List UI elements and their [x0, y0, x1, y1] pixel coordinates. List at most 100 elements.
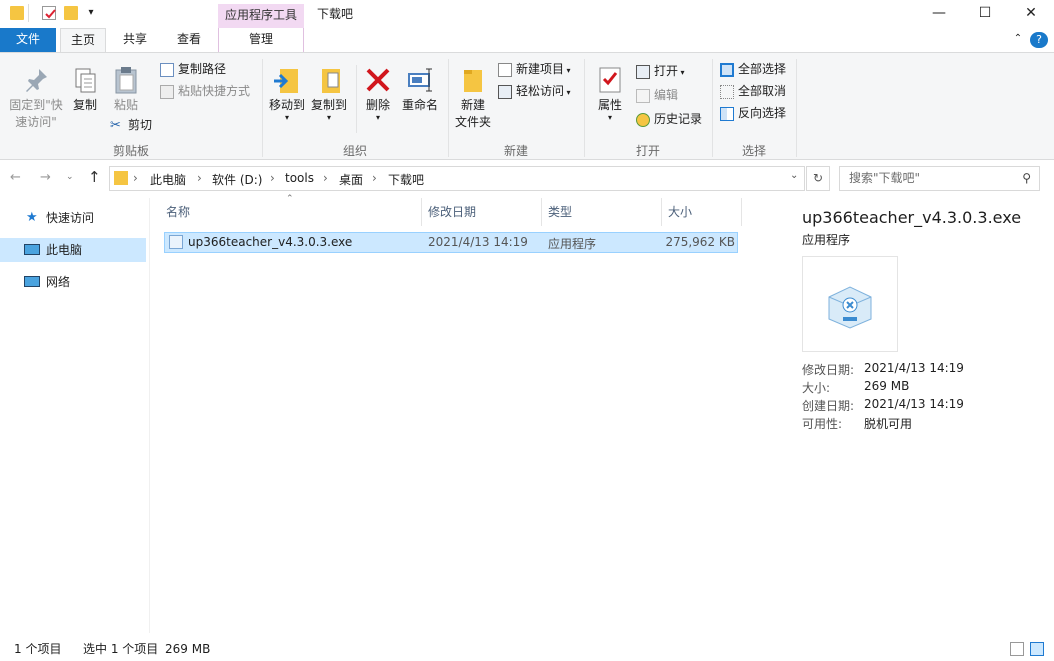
tab-share[interactable]: 共享	[112, 28, 158, 52]
file-type: 应用程序	[548, 237, 597, 251]
edit-icon	[636, 88, 650, 103]
collapse-ribbon-icon[interactable]: ⌃	[1010, 28, 1026, 52]
select-all-button[interactable]: 全部选择	[720, 59, 786, 79]
tab-home[interactable]: 主页	[60, 28, 106, 53]
invert-selection-button[interactable]: 反向选择	[720, 103, 786, 123]
maximize-button[interactable]: ☐	[962, 0, 1008, 28]
prop-value: 脱机可用	[864, 417, 913, 431]
prop-label: 可用性:	[802, 417, 843, 431]
organize-group-label: 组织	[342, 144, 367, 158]
address-bar[interactable]: › 此电脑 › 软件 (D:) › tools › 桌面 › 下载吧 ⌄	[109, 166, 805, 191]
navigation-pane: ★ 快速访问 此电脑 网络	[0, 198, 150, 633]
copy-path-button[interactable]: 复制路径	[160, 59, 226, 79]
cut-button[interactable]: ✂ 剪切	[110, 115, 152, 135]
breadcrumb-separator[interactable]: ›	[372, 171, 377, 185]
breadcrumb-separator[interactable]: ›	[133, 171, 138, 185]
breadcrumb-separator[interactable]: ›	[270, 171, 275, 185]
file-size: 275,962 KB	[665, 235, 735, 249]
pin-quick-access-button[interactable]: 固定到"快 速访问"	[6, 65, 66, 131]
nav-label: 此电脑	[46, 243, 83, 257]
search-placeholder: 搜索"下载吧"	[849, 171, 921, 185]
column-size[interactable]: 大小	[662, 198, 742, 226]
move-to-button[interactable]: 移动到 ▾	[266, 65, 308, 122]
tab-view[interactable]: 查看	[166, 28, 212, 52]
breadcrumb-tools[interactable]: tools	[285, 171, 314, 185]
prop-label: 修改日期:	[802, 363, 855, 377]
new-folder-label-2: 文件夹	[454, 115, 491, 129]
new-item-button[interactable]: 新建项目 ▾	[498, 59, 571, 79]
forward-button[interactable]: →	[40, 170, 51, 185]
easy-access-label: 轻松访问	[516, 84, 565, 98]
select-all-label: 全部选择	[738, 62, 787, 76]
item-count: 1 个项目	[14, 642, 62, 656]
folder-icon	[10, 6, 24, 20]
new-folder-qat-icon[interactable]	[64, 6, 78, 20]
nav-item-quick-access[interactable]: ★ 快速访问	[0, 206, 146, 230]
selected-count: 选中 1 个项目	[83, 642, 159, 656]
address-dropdown-icon[interactable]: ⌄	[790, 170, 798, 181]
properties-qat-icon[interactable]	[42, 6, 56, 20]
refresh-button[interactable]: ↻	[806, 166, 830, 191]
nav-label: 快速访问	[46, 211, 95, 225]
breadcrumb-separator[interactable]: ›	[197, 171, 202, 185]
breadcrumb-current[interactable]: 下载吧	[388, 171, 424, 188]
details-file-type: 应用程序	[802, 233, 851, 247]
computer-icon	[24, 244, 40, 255]
clipboard-group-label: 剪贴板	[112, 144, 149, 158]
open-button[interactable]: 打开 ▾	[636, 61, 685, 81]
history-button[interactable]: 历史记录	[636, 109, 702, 129]
context-tab-group: 应用程序工具	[218, 4, 304, 28]
rename-label: 重命名	[401, 98, 438, 112]
prop-label: 大小:	[802, 381, 831, 395]
scissors-icon: ✂	[110, 117, 121, 133]
tab-file[interactable]: 文件	[0, 28, 56, 52]
easy-access-button[interactable]: 轻松访问 ▾	[498, 81, 571, 101]
up-button[interactable]: ↑	[88, 168, 101, 186]
qat-dropdown-icon[interactable]: ▾	[84, 6, 98, 20]
star-icon: ★	[26, 210, 38, 225]
copy-path-icon	[160, 62, 174, 77]
help-icon[interactable]: ?	[1030, 32, 1048, 48]
select-group-label: 选择	[741, 144, 766, 158]
file-name: up366teacher_v4.3.0.3.exe	[188, 235, 353, 249]
rename-button[interactable]: 重命名	[398, 65, 442, 114]
file-row[interactable]: up366teacher_v4.3.0.3.exe 2021/4/13 14:1…	[164, 232, 738, 253]
properties-button[interactable]: 属性 ▾	[592, 65, 628, 122]
column-type[interactable]: 类型	[542, 198, 662, 226]
ribbon: 固定到"快 速访问" 复制 粘贴 复制路径 粘贴快捷方式 ✂ 剪切 剪贴板 移动到…	[0, 52, 1054, 160]
paste-shortcut-label: 粘贴快捷方式	[178, 84, 251, 98]
network-icon	[24, 276, 40, 287]
breadcrumb-separator[interactable]: ›	[323, 171, 328, 185]
select-none-button[interactable]: 全部取消	[720, 81, 786, 101]
delete-button[interactable]: 删除 ▾	[362, 65, 394, 122]
exe-icon	[169, 235, 183, 249]
paste-button[interactable]: 粘贴	[108, 65, 144, 114]
paste-shortcut-button[interactable]: 粘贴快捷方式	[160, 81, 250, 101]
edit-button[interactable]: 编辑	[636, 85, 678, 105]
nav-item-this-pc[interactable]: 此电脑	[0, 238, 146, 262]
pin-label: 固定到"快	[9, 98, 63, 112]
close-button[interactable]: ✕	[1008, 0, 1054, 28]
prop-value: 2021/4/13 14:19	[864, 397, 964, 411]
details-view-icon[interactable]	[1010, 642, 1024, 656]
copy-button[interactable]: 复制	[68, 65, 102, 114]
breadcrumb-drive[interactable]: 软件 (D:)	[212, 171, 262, 188]
breadcrumb-desktop[interactable]: 桌面	[339, 171, 363, 188]
nav-item-network[interactable]: 网络	[0, 270, 146, 294]
copy-to-dropdown-icon: ▾	[326, 113, 331, 122]
large-icons-view-icon[interactable]	[1030, 642, 1044, 656]
move-to-label: 移动到	[268, 98, 305, 112]
new-item-dropdown-icon: ▾	[564, 66, 571, 75]
sort-ascending-icon: ⌃	[286, 194, 294, 204]
breadcrumb-this-pc[interactable]: 此电脑	[150, 171, 186, 188]
recent-locations-button[interactable]: ⌄	[66, 172, 74, 182]
history-icon	[636, 112, 650, 127]
back-button[interactable]: ←	[10, 170, 21, 185]
column-date[interactable]: 修改日期	[422, 198, 542, 226]
minimize-button[interactable]: —	[916, 0, 962, 28]
copy-to-button[interactable]: 复制到 ▾	[308, 65, 350, 122]
tab-manage[interactable]: 管理	[218, 28, 304, 52]
folder-icon	[114, 171, 128, 185]
search-input[interactable]: 搜索"下载吧" ⚲	[839, 166, 1040, 191]
new-folder-button[interactable]: 新建 文件夹	[452, 65, 494, 131]
